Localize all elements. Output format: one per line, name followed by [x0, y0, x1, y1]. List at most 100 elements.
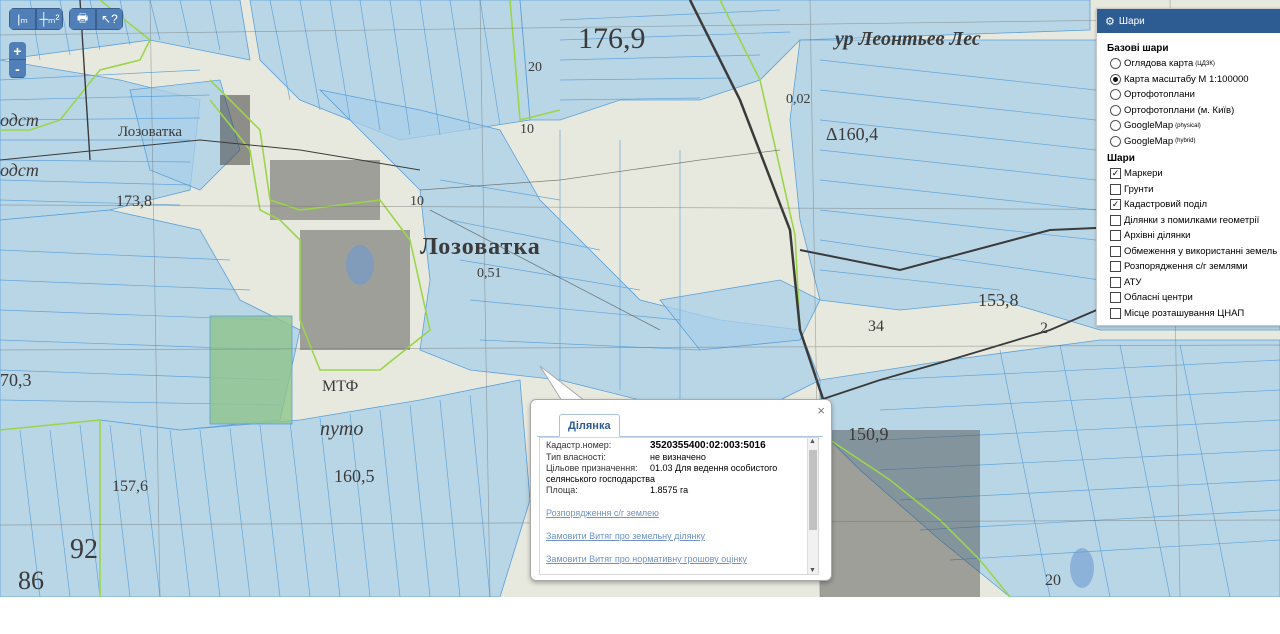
- overlay-option[interactable]: Грунти: [1097, 182, 1280, 198]
- overlay-option[interactable]: Обмеження у використанні земель: [1097, 244, 1280, 260]
- map-label-elevation: 173,8: [116, 193, 152, 210]
- checkbox[interactable]: [1110, 307, 1121, 319]
- base-layer-option[interactable]: Оглядова карта (ЦДЗК): [1097, 56, 1280, 72]
- tools-group: 🖶 ↖?: [69, 8, 123, 30]
- order-valuation-extract-link[interactable]: Замовити Витяг про нормативну грошову оц…: [540, 554, 818, 564]
- base-layer-label: Карта масштабу М 1:100000: [1124, 73, 1249, 85]
- overlay-option[interactable]: ✓ Маркери: [1097, 166, 1280, 182]
- base-layer-option[interactable]: GoogleMap (physical): [1097, 118, 1280, 134]
- checkbox[interactable]: [1110, 214, 1121, 226]
- overlay-label: АТУ: [1124, 276, 1142, 288]
- order-parcel-extract-link[interactable]: Замовити Витяг про земельну ділянку: [540, 531, 818, 541]
- popup-content[interactable]: Кадастр.номер: 3520355400:02:003:5016 Ти…: [539, 437, 819, 575]
- base-layer-sup: (physical): [1175, 122, 1201, 129]
- base-layer-label: Оглядова карта: [1124, 58, 1194, 70]
- overlay-label: Місце розташування ЦНАП: [1124, 307, 1245, 319]
- map-label-tract: ур Леонтьев Лес: [835, 28, 981, 50]
- popup-tabbar: Ділянка: [537, 412, 823, 437]
- base-layer-option[interactable]: Ортофотоплани (м. Київ): [1097, 103, 1280, 119]
- overlay-option[interactable]: Ділянки з помилками геометрії: [1097, 213, 1280, 229]
- purpose-value: 01.03 Для ведення особистого: [650, 463, 778, 473]
- cadastral-value: 3520355400:02:003:5016: [650, 440, 766, 451]
- radio-button[interactable]: [1110, 73, 1121, 85]
- radio-button[interactable]: [1110, 120, 1121, 132]
- overlay-option[interactable]: Розпорядження с/г землями: [1097, 259, 1280, 275]
- map-label-village-small: Лозоватка: [118, 124, 183, 140]
- map-label-number: 34: [868, 318, 884, 335]
- print-icon[interactable]: 🖶: [69, 8, 96, 30]
- checkbox[interactable]: [1110, 230, 1121, 242]
- zoom-control: + -: [9, 42, 26, 78]
- map-label-number: 86: [18, 566, 44, 595]
- overlay-label: Ділянки з помилками геометрії: [1124, 214, 1260, 226]
- base-layer-option[interactable]: Карта масштабу М 1:100000: [1097, 72, 1280, 88]
- base-layer-sup: (hybrid): [1175, 138, 1196, 145]
- base-layer-option[interactable]: GoogleMap (hybrid): [1097, 134, 1280, 150]
- map-label-number: 20: [1045, 572, 1061, 589]
- layers-panel: ⚙ Шари Базові шари Оглядова карта (ЦДЗК) К…: [1096, 8, 1280, 326]
- map-label-mtf: МТФ: [322, 378, 359, 395]
- zoom-out-button[interactable]: -: [9, 60, 26, 78]
- radio-button[interactable]: [1110, 104, 1121, 116]
- scroll-down-icon[interactable]: ▼: [809, 567, 816, 574]
- map-label-number: 0,02: [786, 92, 811, 107]
- overlays-list: ✓ Маркери Грунти ✓ Кадастровий поділ Ділянки …: [1097, 166, 1280, 321]
- disposal-link[interactable]: Розпорядження с/г землею: [540, 508, 818, 518]
- checkbox[interactable]: [1110, 261, 1121, 273]
- radio-button[interactable]: [1110, 58, 1121, 70]
- area-label: Площа:: [546, 485, 578, 495]
- zoom-in-button[interactable]: +: [9, 42, 26, 60]
- area-value: 1.8575 га: [650, 485, 689, 495]
- ownership-value: не визначено: [650, 452, 706, 462]
- measure-area-icon[interactable]: ┼ₘ²: [36, 8, 63, 30]
- overlay-label: Розпорядження с/г землями: [1124, 261, 1248, 273]
- map-label-number: 2: [1040, 320, 1048, 337]
- base-layer-label: GoogleMap: [1124, 135, 1174, 147]
- layers-panel-header[interactable]: ⚙ Шари: [1097, 9, 1280, 33]
- popup-scrollbar[interactable]: ▲ ▼: [807, 438, 818, 574]
- base-layer-label: GoogleMap: [1124, 120, 1174, 132]
- ownership-label: Тип власності:: [546, 452, 606, 462]
- base-layer-option[interactable]: Ортофотоплани: [1097, 87, 1280, 103]
- base-layer-label: Ортофотоплани (м. Київ): [1124, 104, 1235, 116]
- overlay-label: Кадастровий поділ: [1124, 199, 1208, 211]
- checkbox[interactable]: [1110, 292, 1121, 304]
- base-layers-title: Базові шари: [1107, 43, 1169, 54]
- scroll-up-icon[interactable]: ▲: [809, 438, 816, 445]
- radio-button[interactable]: [1110, 135, 1121, 147]
- map-label-number: 0,51: [477, 266, 502, 281]
- overlays-title: Шари: [1107, 153, 1135, 164]
- overlay-option[interactable]: Архівні ділянки: [1097, 228, 1280, 244]
- checkbox[interactable]: ✓: [1110, 168, 1121, 180]
- checkbox[interactable]: [1110, 183, 1121, 195]
- tab-parcel[interactable]: Ділянка: [559, 414, 620, 437]
- overlay-label: Обмеження у використанні земель: [1124, 245, 1278, 257]
- measure-length-icon[interactable]: |ₘ: [9, 8, 36, 30]
- parcel-info: Кадастр.номер: 3520355400:02:003:5016 Ти…: [540, 438, 818, 495]
- map-label-elevation: 157,6: [112, 478, 148, 495]
- checkbox[interactable]: [1110, 245, 1121, 257]
- info-cursor-icon[interactable]: ↖?: [96, 8, 123, 30]
- checkbox[interactable]: ✓: [1110, 199, 1121, 211]
- map-label-number: 10: [520, 122, 534, 137]
- map-label-number: 92: [70, 534, 98, 565]
- overlay-label: Архівні ділянки: [1124, 230, 1191, 242]
- map-label-number: 10: [410, 194, 424, 209]
- map-label-elevation: 176,9: [578, 22, 646, 55]
- overlay-option[interactable]: Обласні центри: [1097, 290, 1280, 306]
- base-layer-label: Ортофотоплани: [1124, 89, 1195, 101]
- map-label-elevation: 150,9: [848, 424, 889, 444]
- map-toolbar: |ₘ ┼ₘ² 🖶 ↖?: [9, 8, 129, 30]
- overlay-option[interactable]: АТУ: [1097, 275, 1280, 291]
- map-label-elevation: 153,8: [978, 290, 1019, 310]
- overlay-label: Грунти: [1124, 183, 1154, 195]
- map-label-number: 20: [528, 60, 542, 75]
- map-label-odst: одст: [0, 110, 39, 130]
- overlay-label: Маркери: [1124, 168, 1163, 180]
- overlay-option[interactable]: Місце розташування ЦНАП: [1097, 306, 1280, 322]
- checkbox[interactable]: [1110, 276, 1121, 288]
- base-layers-list: Оглядова карта (ЦДЗК) Карта масштабу М 1:1…: [1097, 56, 1280, 149]
- radio-button[interactable]: [1110, 89, 1121, 101]
- scroll-thumb[interactable]: [809, 450, 817, 530]
- overlay-option[interactable]: ✓ Кадастровий поділ: [1097, 197, 1280, 213]
